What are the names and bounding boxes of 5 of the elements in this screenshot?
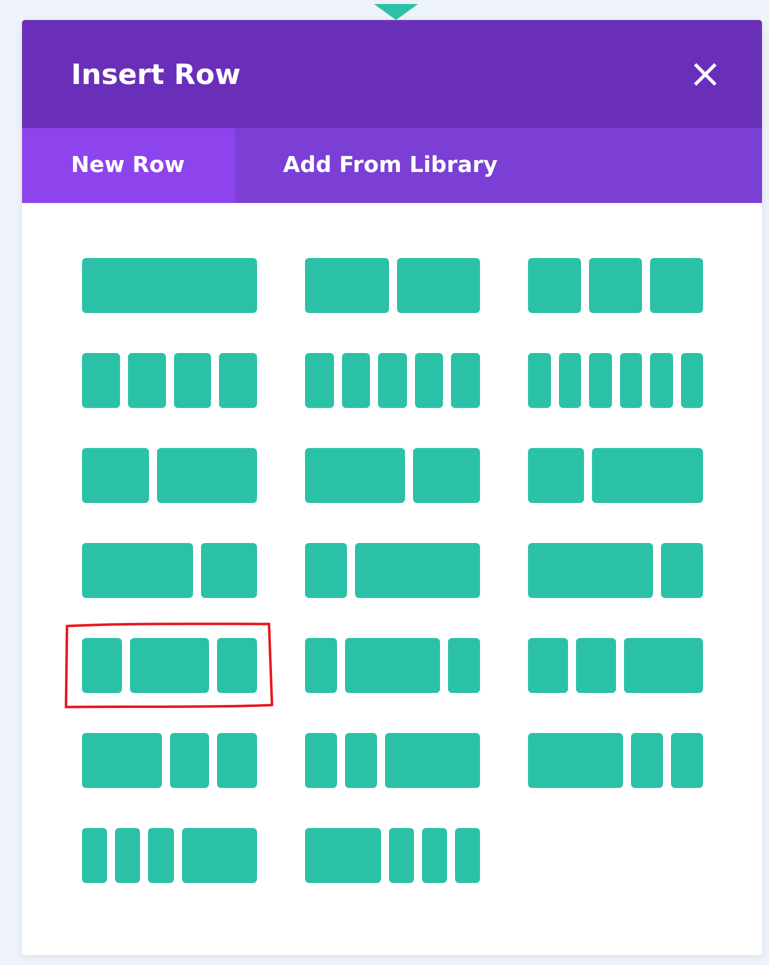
row-layout-option[interactable] <box>63 622 276 709</box>
tab[interactable]: Add From Library <box>235 128 546 203</box>
tab[interactable]: New Row <box>22 128 235 203</box>
modal-title: Insert Row <box>71 58 241 90</box>
close-button[interactable]: × <box>688 54 722 94</box>
